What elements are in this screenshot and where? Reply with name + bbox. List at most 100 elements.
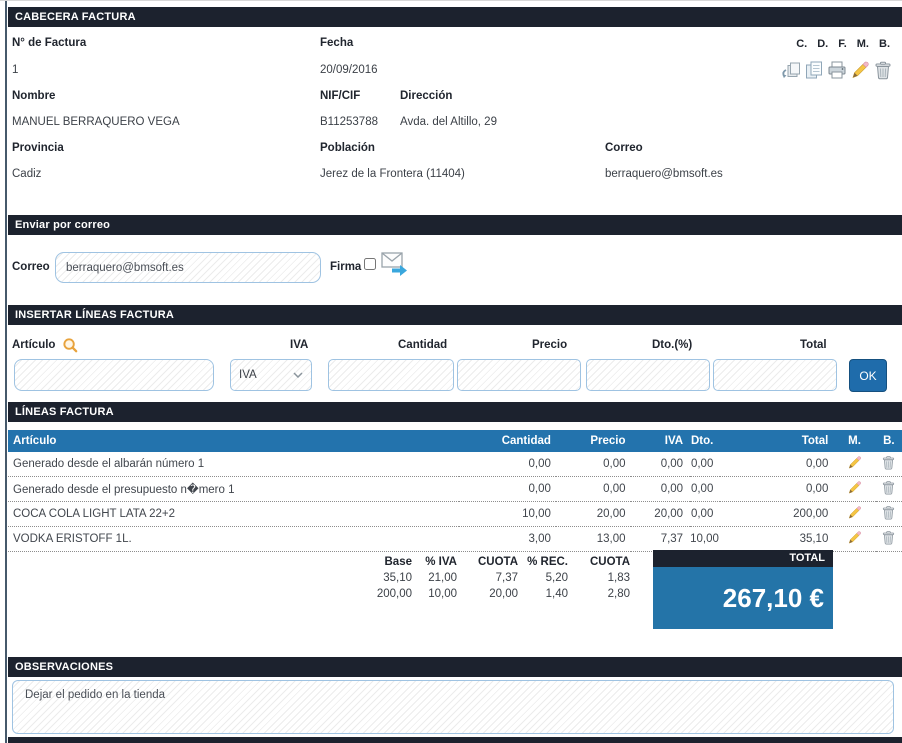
cell-dto: 0,00 bbox=[690, 452, 720, 477]
print-icon[interactable] bbox=[827, 60, 847, 80]
cantidad-input[interactable] bbox=[328, 359, 454, 391]
summary-cell: 10,00 bbox=[412, 586, 457, 602]
summary-cell: 2,80 bbox=[568, 586, 630, 602]
action-letter-b: B. bbox=[879, 38, 890, 50]
ok-button[interactable]: OK bbox=[849, 359, 887, 392]
col-articulo: Artículo bbox=[8, 430, 459, 452]
correo-header-value: berraquero@bmsoft.es bbox=[605, 168, 723, 180]
firma-checkbox[interactable] bbox=[364, 258, 376, 270]
cell-iva: 0,00 bbox=[631, 477, 691, 502]
nombre-label: Nombre bbox=[12, 90, 55, 102]
row-delete-icon[interactable] bbox=[881, 461, 896, 473]
num-factura-value: 1 bbox=[12, 64, 18, 76]
correo-header-label: Correo bbox=[605, 142, 643, 154]
section-title: OBSERVACIONES bbox=[15, 661, 113, 673]
summary-cell: 200,00 bbox=[360, 586, 412, 602]
col-dto: Dto. bbox=[690, 430, 720, 452]
section-title: INSERTAR LÍNEAS FACTURA bbox=[15, 309, 174, 321]
col-modificar: M. bbox=[833, 430, 875, 452]
cell-articulo: VODKA ERISTOFF 1L. bbox=[8, 527, 459, 552]
cell-precio: 0,00 bbox=[556, 477, 631, 502]
section-header-cabecera: CABECERA FACTURA bbox=[8, 7, 902, 27]
cell-cantidad: 0,00 bbox=[459, 477, 556, 502]
copy-send-icon[interactable] bbox=[781, 60, 801, 80]
firma-label: Firma bbox=[330, 261, 361, 273]
section-header-bottom bbox=[8, 737, 902, 743]
row-delete-icon[interactable] bbox=[881, 511, 896, 523]
total-input[interactable] bbox=[713, 359, 837, 391]
cell-articulo: Generado desde el presupuesto n�mero 1 bbox=[8, 477, 459, 502]
cell-dto: 10,00 bbox=[690, 527, 720, 552]
duplicate-icon[interactable] bbox=[804, 60, 824, 80]
summary-header-rec: % REC. bbox=[518, 554, 568, 570]
total-insert-label: Total bbox=[800, 339, 827, 351]
fecha-value: 20/09/2016 bbox=[320, 64, 378, 76]
table-row: VODKA ERISTOFF 1L. 3,00 13,00 7,37 10,00… bbox=[8, 527, 902, 552]
summary-cell: 1,83 bbox=[568, 570, 630, 586]
invoice-page: CABECERA FACTURA N° de Factura Fecha C. … bbox=[0, 0, 902, 743]
iva-insert-label: IVA bbox=[290, 339, 308, 351]
cell-cantidad: 0,00 bbox=[459, 452, 556, 477]
precio-insert-label: Precio bbox=[532, 339, 567, 351]
cell-total: 200,00 bbox=[720, 502, 833, 527]
summary-cell: 35,10 bbox=[360, 570, 412, 586]
tax-summary: Base % IVA CUOTA % REC. CUOTA 35,10 21,0… bbox=[360, 554, 630, 602]
cell-total: 0,00 bbox=[720, 477, 833, 502]
direccion-value: Avda. del Altillo, 29 bbox=[400, 116, 497, 128]
poblacion-value: Jerez de la Frontera (11404) bbox=[320, 168, 465, 180]
cell-total: 35,10 bbox=[720, 527, 833, 552]
row-delete-icon[interactable] bbox=[881, 486, 896, 498]
poblacion-label: Población bbox=[320, 142, 375, 154]
delete-icon[interactable] bbox=[873, 60, 893, 80]
dto-insert-label: Dto.(%) bbox=[652, 339, 692, 351]
action-icons bbox=[781, 60, 893, 80]
cell-dto: 0,00 bbox=[690, 502, 720, 527]
provincia-label: Provincia bbox=[12, 142, 64, 154]
iva-select[interactable]: IVA bbox=[230, 359, 312, 391]
cell-iva: 7,37 bbox=[631, 527, 691, 552]
row-edit-icon[interactable] bbox=[847, 486, 862, 498]
col-cantidad: Cantidad bbox=[459, 430, 556, 452]
provincia-value: Cadiz bbox=[12, 168, 41, 180]
correo-input[interactable] bbox=[55, 252, 321, 283]
nif-label: NIF/CIF bbox=[320, 90, 360, 102]
send-email-icon[interactable] bbox=[381, 251, 408, 276]
summary-header-iva: % IVA bbox=[412, 554, 457, 570]
cell-precio: 13,00 bbox=[556, 527, 631, 552]
articulo-input[interactable] bbox=[14, 359, 214, 391]
col-precio: Precio bbox=[556, 430, 631, 452]
col-iva: IVA bbox=[631, 430, 691, 452]
fecha-label: Fecha bbox=[320, 37, 353, 49]
table-row: COCA COLA LIGHT LATA 22+2 10,00 20,00 20… bbox=[8, 502, 902, 527]
action-letter-m: M. bbox=[857, 38, 869, 50]
articulo-label: Artículo bbox=[12, 339, 55, 351]
row-edit-icon[interactable] bbox=[847, 511, 862, 523]
summary-header-base: Base bbox=[360, 554, 412, 570]
summary-header-cuota2: CUOTA bbox=[568, 554, 630, 570]
cell-dto: 0,00 bbox=[690, 477, 720, 502]
observaciones-textarea[interactable]: Dejar el pedido en la tienda bbox=[12, 680, 894, 734]
invoice-lines-table: Artículo Cantidad Precio IVA Dto. Total … bbox=[8, 430, 902, 552]
cell-precio: 0,00 bbox=[556, 452, 631, 477]
edit-icon[interactable] bbox=[850, 60, 870, 80]
cell-cantidad: 3,00 bbox=[459, 527, 556, 552]
cell-iva: 20,00 bbox=[631, 502, 691, 527]
table-header-row: Artículo Cantidad Precio IVA Dto. Total … bbox=[8, 430, 902, 452]
row-delete-icon[interactable] bbox=[881, 536, 896, 548]
dto-input[interactable] bbox=[586, 359, 710, 391]
summary-cell: 1,40 bbox=[518, 586, 568, 602]
section-title: Enviar por correo bbox=[15, 219, 110, 231]
table-row: Generado desde el presupuesto n�mero 1 0… bbox=[8, 477, 902, 502]
row-edit-icon[interactable] bbox=[847, 536, 862, 548]
cell-precio: 20,00 bbox=[556, 502, 631, 527]
row-edit-icon[interactable] bbox=[847, 461, 862, 473]
action-letter-d: D. bbox=[817, 38, 828, 50]
summary-header-cuota: CUOTA bbox=[457, 554, 518, 570]
summary-cell: 7,37 bbox=[457, 570, 518, 586]
chevron-down-icon bbox=[293, 372, 303, 378]
search-article-icon[interactable] bbox=[62, 337, 79, 354]
correo-input-label: Correo bbox=[12, 261, 50, 273]
summary-cell: 5,20 bbox=[518, 570, 568, 586]
precio-input[interactable] bbox=[457, 359, 581, 391]
section-header-observaciones: OBSERVACIONES bbox=[8, 657, 902, 677]
